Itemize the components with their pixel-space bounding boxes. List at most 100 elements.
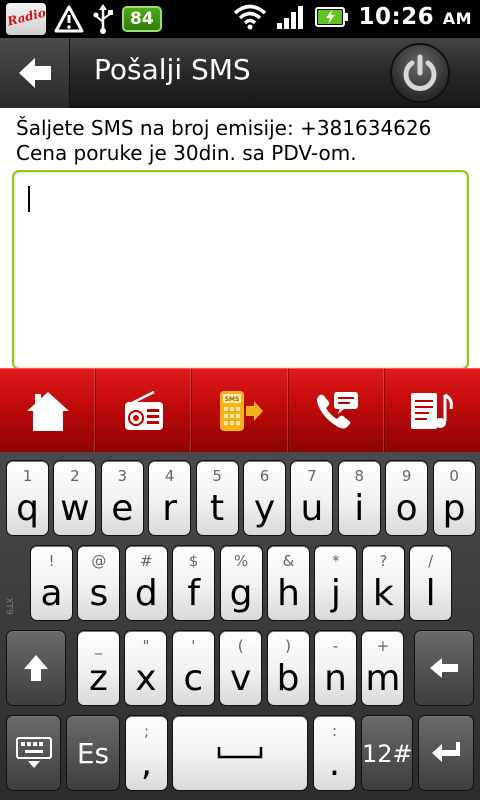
key-h[interactable]: & h (267, 545, 310, 621)
key-x[interactable]: " x (124, 630, 168, 706)
key-j[interactable]: * j (314, 545, 358, 621)
soft-keyboard: 1 q 2 w 3 e 4 r 5 t 6 y 7 u 8 i 9 o 0 p! a @ s # d $ f% g & h * j? k / l _ z… (0, 452, 480, 800)
key-u-hint: 7 (307, 467, 317, 485)
key-y-label: y (253, 488, 276, 529)
key-r[interactable]: 4r (148, 460, 192, 536)
key-k-hint: ? (379, 552, 388, 570)
space-key[interactable] (172, 715, 308, 791)
key-n-hint: - (332, 637, 339, 655)
comma-key-label: , (140, 743, 153, 784)
power-button[interactable] (390, 43, 450, 103)
key-s-label: s (89, 573, 109, 614)
key-m-hint: + (376, 637, 390, 655)
key-n[interactable]: -n (314, 630, 357, 706)
key-w-hint: 2 (70, 467, 80, 485)
key-z[interactable]: _ z (77, 630, 120, 706)
battery-charging-icon (315, 7, 349, 27)
key-m-label: m (365, 658, 401, 699)
key-w[interactable]: 2w (53, 460, 97, 536)
comma-key-hint: ; (143, 722, 150, 740)
toolbar-sms[interactable]: SMS (192, 369, 289, 452)
key-q-label: q (16, 488, 39, 529)
period-key-label: . (328, 743, 341, 784)
key-l[interactable]: / l (409, 545, 453, 621)
key-e-hint: 3 (117, 467, 128, 485)
key-k[interactable]: ? k (361, 545, 405, 621)
key-i[interactable]: 8i (337, 460, 381, 536)
key-d-hint: # (140, 552, 153, 570)
back-arrow-icon (18, 58, 51, 88)
key-b-hint: ) (285, 637, 292, 655)
enter-key[interactable] (418, 715, 474, 791)
key-i-hint: 8 (354, 467, 365, 485)
backspace-icon (415, 631, 473, 705)
comma-key[interactable]: ;, (125, 715, 168, 791)
toolbar-call-message[interactable] (289, 369, 385, 452)
key-t[interactable]: 5t (195, 460, 239, 536)
key-x-label: x (135, 658, 157, 699)
key-p[interactable]: 0p (432, 460, 476, 536)
key-u[interactable]: 7u (290, 460, 334, 536)
key-t-hint: 5 (212, 467, 222, 485)
key-g[interactable]: % g (219, 545, 263, 621)
key-b[interactable]: ) b (266, 630, 310, 706)
language-key[interactable]: Es (66, 715, 120, 791)
title-bar: Pošalji SMS (0, 38, 480, 108)
app-notification-icon[interactable]: RadioS (6, 3, 46, 35)
space-icon (173, 716, 307, 790)
toolbar-notes-music[interactable] (385, 369, 480, 452)
call-message-icon (317, 391, 359, 428)
battery-badge: 84 (122, 6, 162, 32)
usb-icon (93, 4, 113, 34)
key-c-label: c (183, 658, 204, 699)
key-e[interactable]: 3e (100, 460, 144, 536)
key-o-label: o (395, 488, 418, 529)
key-z-label: z (89, 658, 108, 699)
key-u-label: u (300, 488, 324, 529)
key-p-label: p (442, 488, 466, 529)
key-c[interactable]: ' c (171, 630, 215, 706)
key-o-hint: 9 (401, 467, 412, 485)
key-r-hint: 4 (164, 467, 175, 485)
home-icon (26, 391, 69, 431)
key-s[interactable]: @ s (77, 545, 121, 621)
key-r-label: r (162, 488, 178, 529)
enter-icon (419, 716, 473, 790)
key-h-label: h (277, 573, 300, 614)
clock-ampm: AM (442, 9, 472, 28)
key-d[interactable]: # d (124, 545, 168, 621)
keyboard-icon (7, 716, 60, 790)
sms-message-input[interactable] (12, 170, 469, 370)
page-title: Pošalji SMS (94, 53, 251, 86)
period-key[interactable]: :. (313, 715, 356, 791)
backspace-key[interactable] (414, 630, 474, 706)
key-a[interactable]: ! a (30, 545, 73, 621)
clock: 10:26 AM (358, 4, 472, 30)
key-v[interactable]: (v (219, 630, 263, 706)
svg-text:SMS: SMS (225, 396, 240, 403)
back-button[interactable] (0, 38, 70, 108)
text-caret (28, 186, 30, 212)
key-q[interactable]: 1q (6, 460, 49, 536)
symbols-key[interactable]: 12# (361, 715, 413, 791)
key-f[interactable]: $ f (172, 545, 216, 621)
shift-arrow-icon (7, 631, 65, 705)
key-p-hint: 0 (449, 467, 459, 485)
language-key-label: Es (76, 737, 110, 770)
key-j-hint: * (332, 552, 340, 570)
toolbar-home[interactable] (0, 369, 97, 452)
key-v-label: v (230, 658, 252, 699)
toolbar-radio[interactable] (96, 369, 193, 452)
keyboard-settings-key[interactable] (6, 715, 61, 791)
key-o[interactable]: 9o (385, 460, 429, 536)
radio-icon (124, 390, 163, 430)
key-l-hint: / (428, 552, 434, 570)
key-n-label: n (324, 658, 347, 699)
shift-key[interactable] (6, 630, 66, 706)
key-k-label: k (372, 573, 394, 614)
key-y[interactable]: 6y (243, 460, 286, 536)
key-j-label: j (330, 573, 341, 614)
key-m[interactable]: + m (361, 630, 405, 706)
key-l-label: l (425, 573, 436, 614)
key-z-hint: _ (94, 637, 103, 655)
